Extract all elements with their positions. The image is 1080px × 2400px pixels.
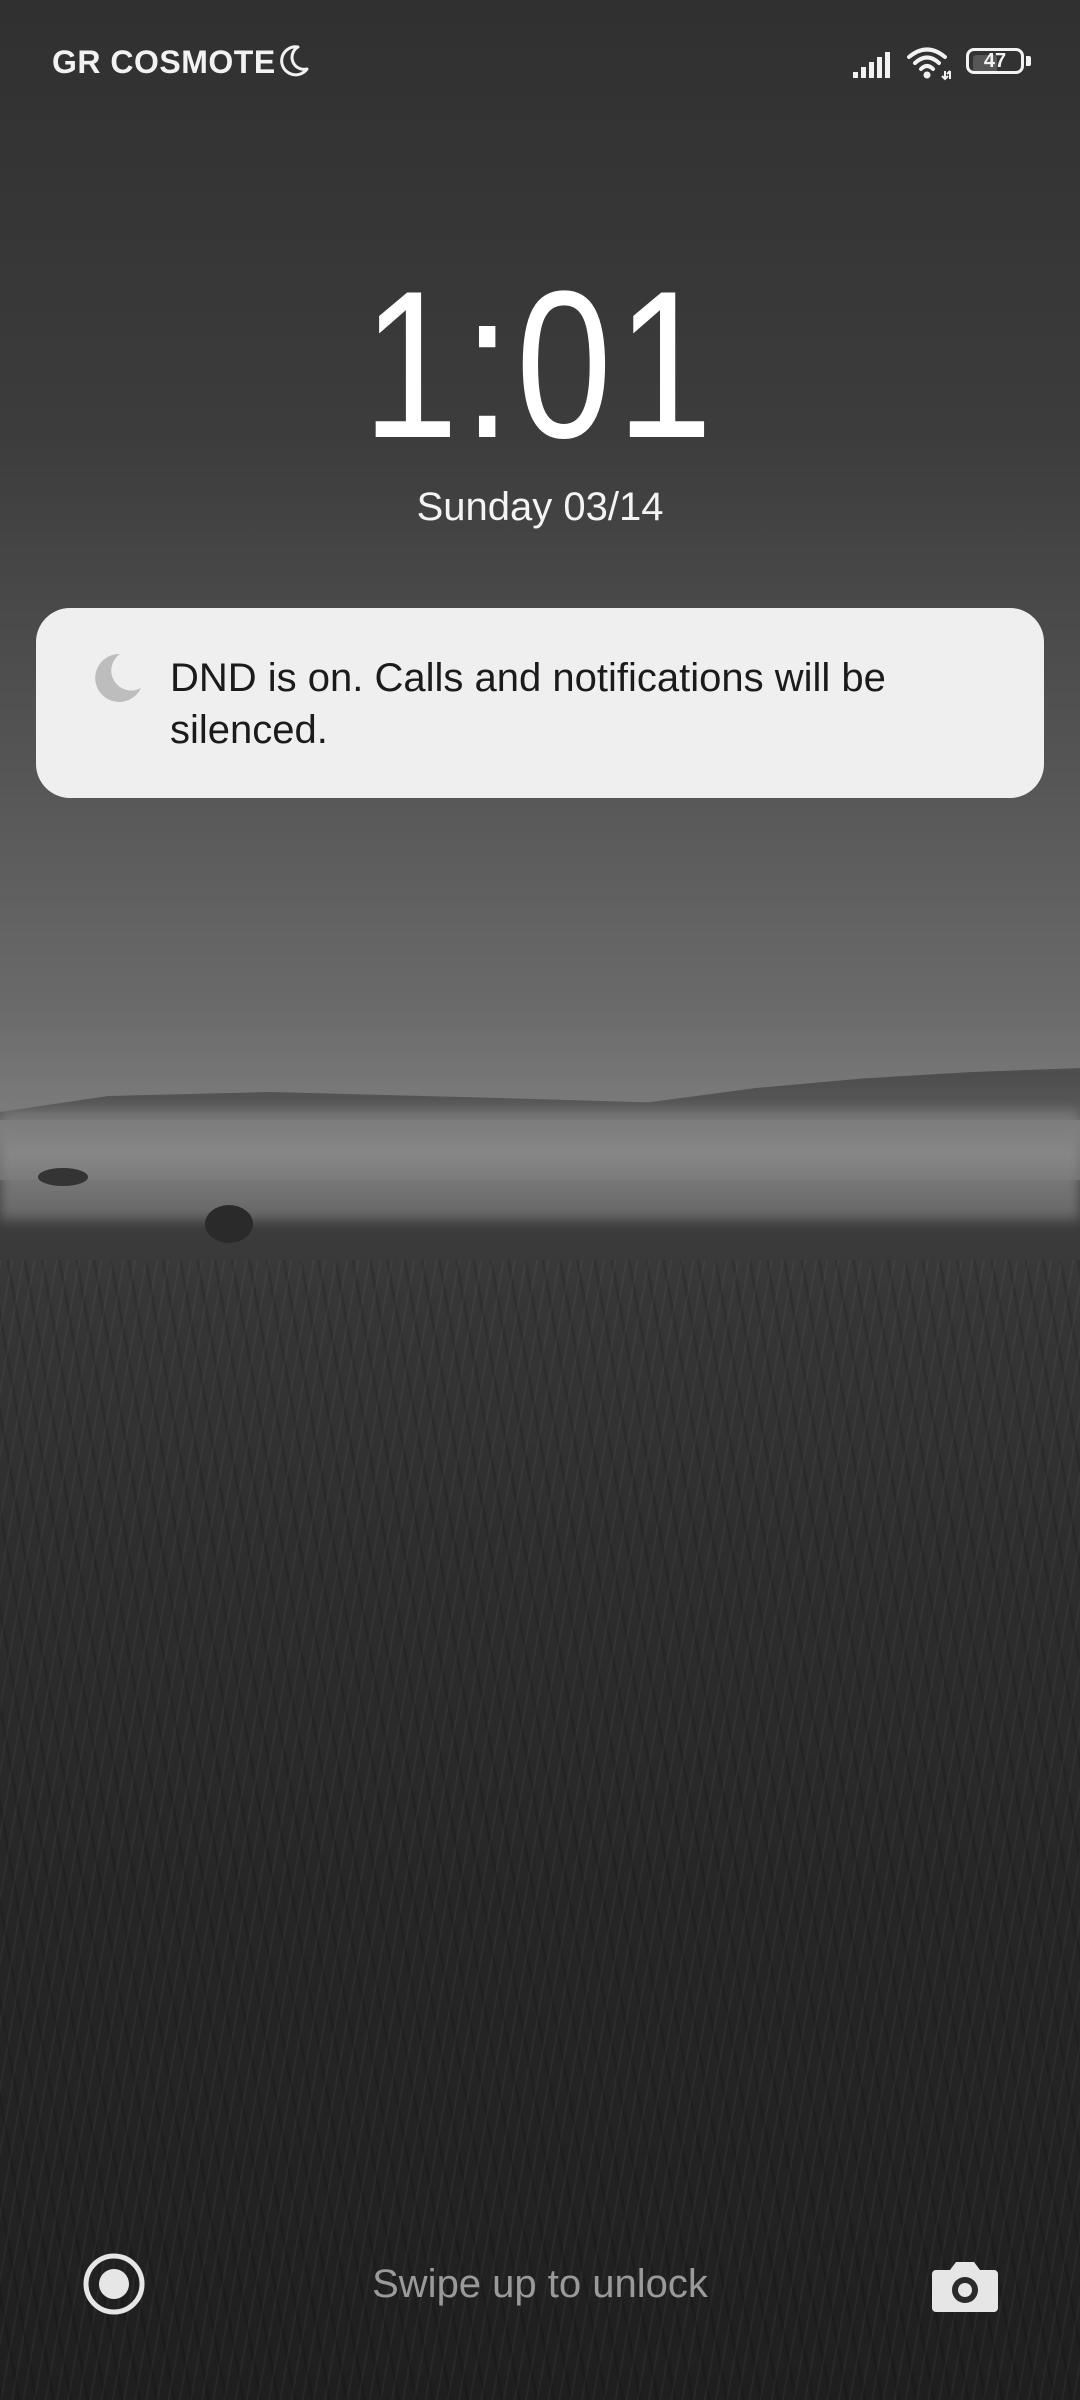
carrier-name: GR COSMOTE (52, 44, 276, 80)
moon-icon (95, 653, 141, 702)
lock-screen[interactable]: GR COSMOTE 47 1:01 Sunday 03/14 DND is o… (0, 0, 1080, 2400)
wallpaper-grass (0, 1260, 1080, 2400)
status-bar: GR COSMOTE 47 (0, 0, 1080, 130)
dnd-notification[interactable]: DND is on. Calls and notifications will … (36, 608, 1044, 798)
battery-cap (1026, 56, 1031, 66)
notification-text: DND is on. Calls and notifications will … (170, 656, 886, 752)
camera-icon[interactable] (930, 2256, 1000, 2316)
moon-icon (280, 45, 309, 77)
swipe-up-hint: Swipe up to unlock (372, 2262, 708, 2306)
wifi-icon (907, 47, 951, 81)
wallpaper-tree (38, 1168, 88, 1186)
wallpaper-fog (0, 1110, 1080, 1220)
cellular-signal-icon (853, 52, 890, 78)
clock-time: 1:01 (362, 247, 718, 482)
wallpaper-hills (0, 1068, 1080, 1120)
wallpaper-tree (205, 1205, 253, 1243)
clock-date: Sunday 03/14 (416, 485, 664, 529)
battery-indicator: 47 (966, 48, 1032, 78)
battery-level: 47 (983, 50, 1007, 72)
